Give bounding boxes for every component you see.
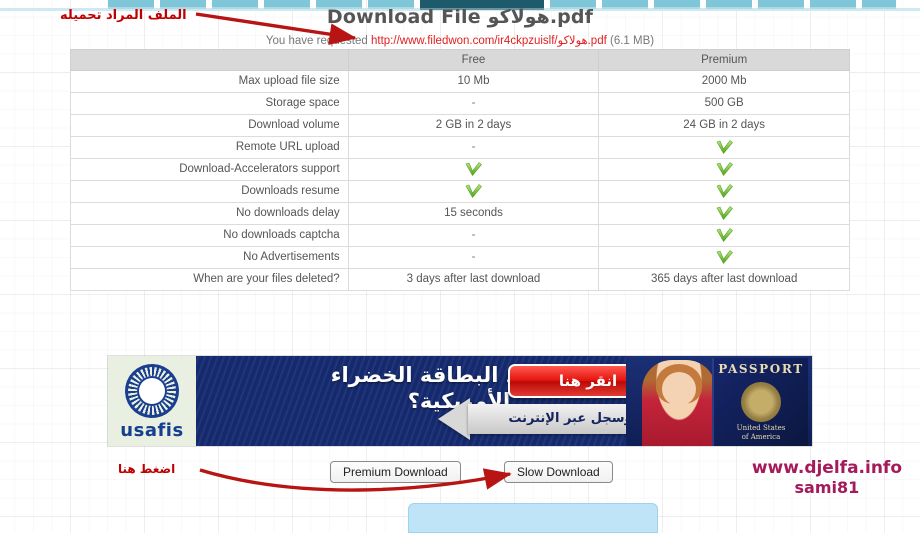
left-arrow-icon xyxy=(438,398,470,440)
table-row: Download volume 2 GB in 2 days 24 GB in 2 … xyxy=(70,114,850,137)
check-icon xyxy=(716,162,733,176)
passport-country-line1: United States xyxy=(736,424,786,432)
free-value: 3 days after last download xyxy=(347,268,600,291)
premium-value xyxy=(598,136,850,159)
check-icon xyxy=(716,206,733,220)
column-header-free: Free xyxy=(347,49,600,71)
premium-value: 365 days after last download xyxy=(598,268,850,291)
feature-label: Max upload file size xyxy=(70,70,349,93)
feature-label: Download-Accelerators support xyxy=(70,158,349,181)
check-icon xyxy=(716,140,733,154)
slow-download-button[interactable]: Slow Download xyxy=(504,461,613,483)
check-icon xyxy=(716,250,733,264)
ad-photo: PASSPORT United States of America xyxy=(626,356,812,446)
feature-label: Downloads resume xyxy=(70,180,349,203)
column-header-feature xyxy=(70,49,349,71)
table-row: No downloads captcha - xyxy=(70,224,850,247)
plan-comparison-table: Free Premium Max upload file size 10 Mb 20… xyxy=(70,49,850,291)
free-value xyxy=(347,180,600,203)
check-icon xyxy=(716,184,733,198)
premium-value xyxy=(598,158,850,181)
feature-label: Storage space xyxy=(70,92,349,115)
table-row: No Advertisements - xyxy=(70,246,850,269)
premium-download-button[interactable]: Premium Download xyxy=(330,461,461,483)
table-row: Downloads resume xyxy=(70,180,850,203)
premium-value xyxy=(598,246,850,269)
person-image xyxy=(642,360,716,446)
table-row: Download-Accelerators support xyxy=(70,158,850,181)
watermark: www.djelfa.info sami81 xyxy=(751,458,902,497)
feature-label: Download volume xyxy=(70,114,349,137)
watermark-site: www.djelfa.info xyxy=(751,458,902,478)
table-row: When are your files deleted? 3 days after… xyxy=(70,268,850,291)
watermark-user: sami81 xyxy=(794,477,860,497)
table-row: Remote URL upload - xyxy=(70,136,850,159)
check-icon xyxy=(465,162,482,176)
free-value: 15 seconds xyxy=(347,202,600,225)
passport-label: PASSPORT xyxy=(718,362,804,376)
usafis-logo-text: usafis xyxy=(120,420,184,441)
feature-label: Remote URL upload xyxy=(70,136,349,159)
column-header-premium: Premium xyxy=(598,49,850,71)
requested-file-line: You have requested http://www.filedwon.c… xyxy=(0,33,920,47)
bottom-blue-panel xyxy=(408,503,658,533)
free-value: - xyxy=(347,136,600,159)
premium-value xyxy=(598,180,850,203)
free-value: 10 Mb xyxy=(347,70,600,93)
feature-label: No downloads captcha xyxy=(70,224,349,247)
check-icon xyxy=(716,228,733,242)
passport-country-line2: of America xyxy=(741,432,781,441)
free-value: 2 GB in 2 days xyxy=(347,114,600,137)
table-row: Max upload file size 10 Mb 2000 Mb xyxy=(70,70,850,93)
annotation-bottom-text: اضغط هنا xyxy=(118,462,176,476)
globe-icon xyxy=(125,364,179,418)
annotation-top-text: الملف المراد تحميله xyxy=(60,8,187,23)
free-value: - xyxy=(347,246,600,269)
feature-label: No Advertisements xyxy=(70,246,349,269)
free-value: - xyxy=(347,92,600,115)
feature-label: When are your files deleted? xyxy=(70,268,349,291)
premium-value xyxy=(598,202,850,225)
table-row: Storage space -500 GB xyxy=(70,92,850,115)
free-value: - xyxy=(347,224,600,247)
requested-prefix: You have requested xyxy=(265,35,368,47)
premium-value: 24 GB in 2 days xyxy=(598,114,850,137)
premium-value: 2000 Mb xyxy=(598,70,850,93)
requested-file-size: (6.1 MB) xyxy=(610,35,655,47)
table-header-row: Free Premium xyxy=(70,49,850,71)
eagle-seal-icon xyxy=(741,382,781,422)
passport-image: PASSPORT United States of America xyxy=(712,358,808,446)
usafis-logo: usafis xyxy=(108,356,196,446)
free-value xyxy=(347,158,600,181)
premium-value: 500 GB xyxy=(598,92,850,115)
advertisement-banner[interactable]: usafis هل تريد البطاقة الخضراء الأمريكية… xyxy=(108,356,812,446)
premium-value xyxy=(598,224,850,247)
requested-file-url[interactable]: http://www.filedwon.com/ir4ckpzuislf/هول… xyxy=(371,35,607,47)
table-row: No downloads delay 15 seconds xyxy=(70,202,850,225)
check-icon xyxy=(465,184,482,198)
feature-label: No downloads delay xyxy=(70,202,349,225)
